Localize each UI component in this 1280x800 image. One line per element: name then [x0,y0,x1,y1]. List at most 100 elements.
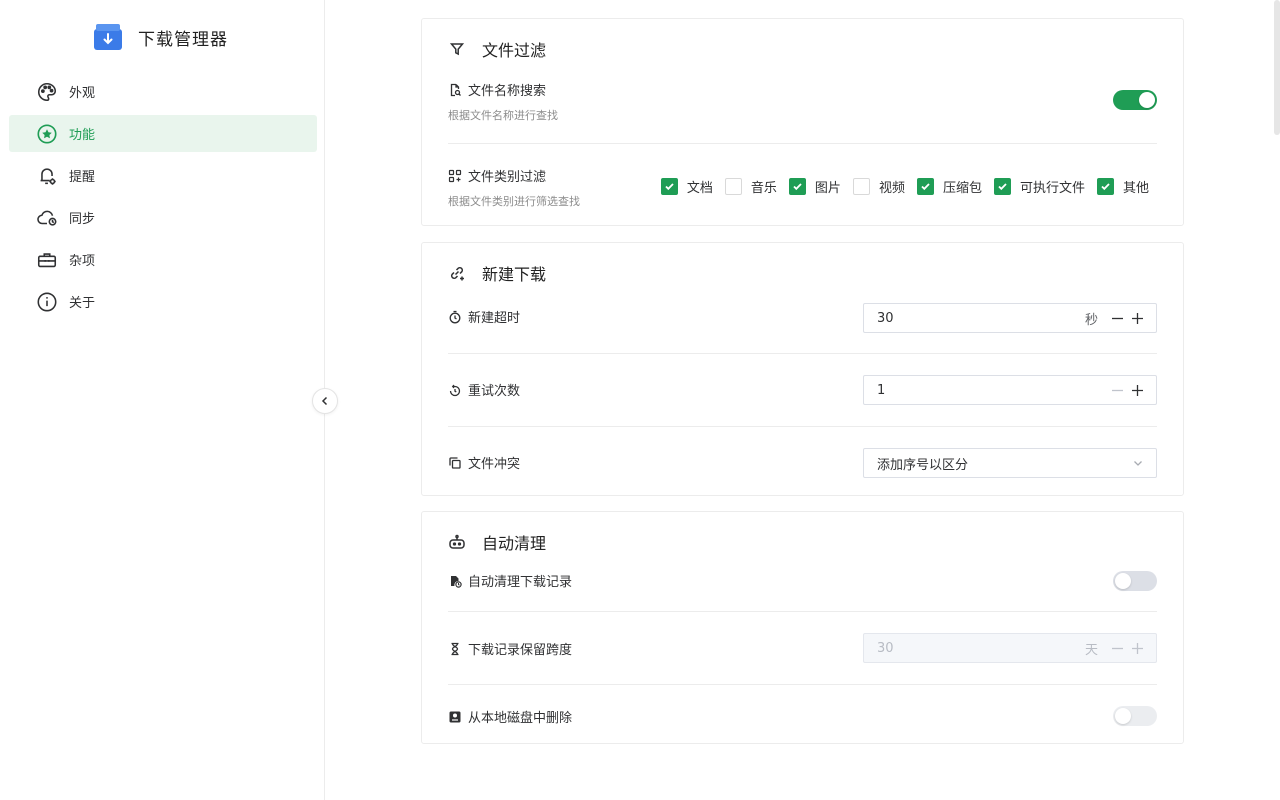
decrement-button[interactable] [1110,383,1124,397]
sidebar-item-label: 杂项 [69,254,96,269]
robot-icon [449,534,465,549]
chevron-left-icon [321,396,328,406]
checkbox-label: 其他 [1122,181,1149,196]
category-label: 文件类别过滤 [468,170,547,185]
minus-icon [1111,647,1123,649]
card-header: 文件过滤 [448,37,546,61]
checkbox-box [852,178,870,195]
plus-icon [1131,384,1143,396]
divider [448,353,1157,354]
delete-local-toggle[interactable] [1113,706,1157,726]
name-search-label-wrap: 文件名称搜索 [448,80,1157,99]
checkbox-box [788,178,806,195]
divider [448,684,1157,685]
checkbox-box [916,178,934,195]
clean-records-toggle[interactable] [1113,571,1157,591]
conflict-label: 文件冲突 [468,457,521,472]
checkbox-box [724,178,742,195]
retention-value: 30 [877,640,894,656]
conflict-select[interactable]: 添加序号以区分 [863,448,1157,478]
checkbox-videos[interactable]: 视频 [852,177,905,196]
sidebar-item-sync[interactable]: 同步 [9,199,317,236]
increment-button[interactable] [1130,311,1144,325]
cloud-sync-icon [37,210,57,226]
app-title: 下载管理器 [138,29,228,50]
delete-local-row: 从本地磁盘中删除 [448,707,1157,726]
retry-value: 1 [877,382,886,398]
retention-unit: 天 [1084,642,1098,658]
checkbox-label: 图片 [814,181,841,196]
name-search-toggle[interactable] [1113,90,1157,110]
sidebar-item-appearance[interactable]: 外观 [9,73,317,110]
brand: 下载管理器 [92,22,228,52]
timeout-value: 30 [877,310,894,326]
link-add-icon [450,266,464,281]
check-icon [921,183,930,191]
card-title: 新建下载 [482,265,547,284]
file-search-icon [450,83,461,96]
disk-icon [449,711,461,722]
timeout-label: 新建超时 [468,311,521,326]
chevron-down-icon [1134,461,1142,466]
checkbox-images[interactable]: 图片 [788,177,841,196]
name-search-desc: 根据文件名称进行查找 [448,109,558,122]
increment-button[interactable] [1130,383,1144,397]
sidebar-item-features[interactable]: 功能 [9,115,317,152]
card-header: 新建下载 [448,261,546,285]
file-filter-card: 文件过滤 文件名称搜索 根据文件名称进行查找 文件类别过滤 根据文件类别进行筛选… [421,18,1184,226]
card-title: 自动清理 [482,534,547,553]
increment-button[interactable] [1130,641,1144,655]
info-icon [37,292,57,311]
sidebar-item-label: 同步 [69,212,96,227]
checkbox-documents[interactable]: 文档 [660,177,713,196]
checkbox-box [660,178,678,195]
sidebar: 下载管理器 外观 功能 提醒 同步 杂项 关于 [0,0,325,800]
sidebar-item-about[interactable]: 关于 [9,283,317,320]
checkbox-label: 视频 [878,181,905,196]
palette-icon [38,82,57,101]
sidebar-item-label: 提醒 [69,170,96,185]
decrement-button[interactable] [1110,641,1124,655]
conflict-selected-value: 添加序号以区分 [877,457,969,473]
retention-label-wrap: 下载记录保留跨度 [448,639,572,658]
checkbox-archives[interactable]: 压缩包 [916,177,982,196]
minus-icon [1111,389,1123,391]
checkbox-music[interactable]: 音乐 [724,177,777,196]
decrement-button[interactable] [1110,311,1124,325]
checkbox-executables[interactable]: 可执行文件 [993,177,1085,196]
check-icon [665,183,674,191]
download-box-icon [94,24,122,50]
retry-timer-icon [449,384,461,396]
timeout-unit: 秒 [1084,312,1098,328]
sidebar-item-reminders[interactable]: 提醒 [9,157,317,194]
checkbox-label: 音乐 [750,181,777,196]
sidebar-item-misc[interactable]: 杂项 [9,241,317,278]
category-icon [448,169,462,182]
star-circle-icon [37,123,57,144]
retry-input[interactable]: 1 [863,375,1157,405]
check-icon [793,183,802,191]
clean-records-label: 自动清理下载记录 [468,575,573,590]
checkbox-label: 可执行文件 [1019,181,1085,196]
checkbox-box [1096,178,1114,195]
sidebar-item-label: 外观 [69,86,96,101]
timeout-input[interactable]: 30 秒 [863,303,1157,333]
clean-records-row: 自动清理下载记录 [448,571,1157,590]
retry-label: 重试次数 [468,384,521,399]
auto-clean-card: 自动清理 自动清理下载记录 下载记录保留跨度 30 天 从本地磁盘中删除 [421,511,1184,744]
retention-input[interactable]: 30 天 [863,633,1157,663]
new-download-card: 新建下载 新建超时 30 秒 重试次数 1 文件冲突 添加序号以区分 [421,242,1184,496]
filter-icon [449,43,465,56]
copy-icon [449,456,461,469]
conflict-label-wrap: 文件冲突 [448,453,520,472]
clean-file-icon [451,575,462,588]
checkbox-label: 压缩包 [942,181,982,196]
card-title: 文件过滤 [482,41,547,60]
card-header: 自动清理 [448,530,546,554]
scrollbar[interactable] [1274,0,1280,135]
settings-main: 文件过滤 文件名称搜索 根据文件名称进行查找 文件类别过滤 根据文件类别进行筛选… [326,0,1280,800]
checkbox-others[interactable]: 其他 [1096,177,1149,196]
timeout-label-wrap: 新建超时 [448,307,520,326]
sidebar-collapse-button[interactable] [312,388,338,414]
retention-label: 下载记录保留跨度 [468,643,573,658]
